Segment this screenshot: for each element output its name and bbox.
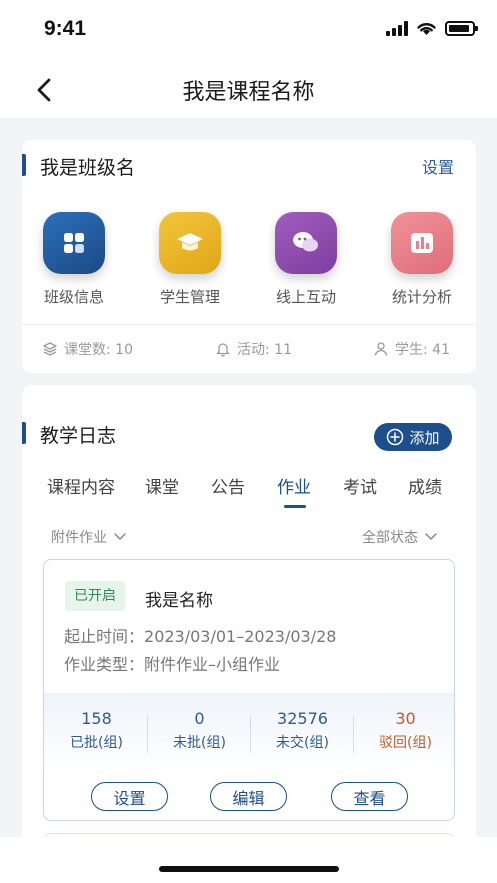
status-icons	[386, 20, 478, 36]
chat-icon	[275, 212, 337, 274]
type-value: 附件作业–小组作业	[144, 655, 281, 674]
homework-edit-button[interactable]: 编辑	[210, 782, 287, 811]
stat-label: 已批(组)	[70, 735, 123, 751]
homework-card[interactable]: 已开启 我是名称 起止时间：2023/03/01–2023/03/28 作业类型…	[43, 559, 455, 821]
stat-label: 驳回(组)	[379, 735, 432, 751]
tab-announcement[interactable]: 公告	[211, 473, 245, 498]
tab-grades[interactable]: 成绩	[408, 473, 442, 498]
homework-settings-button[interactable]: 设置	[91, 782, 168, 811]
stat-rejected[interactable]: 30 驳回(组)	[354, 709, 454, 752]
tab-course-content[interactable]: 课程内容	[47, 473, 115, 498]
bottom-safe-area	[0, 837, 497, 883]
teaching-log-card: 教学日志 添加 课程内容 课堂 公告 作业 考试 成绩 附件作业 全部状态 已开…	[22, 385, 476, 855]
add-button-label: 添加	[409, 428, 440, 447]
stat-ungraded[interactable]: 0 未批(组)	[148, 709, 251, 752]
section-marker	[22, 154, 26, 176]
stat-number: 32576	[277, 709, 328, 728]
type-label: 作业类型：	[64, 655, 145, 674]
wifi-icon	[417, 23, 436, 35]
class-settings-link[interactable]: 设置	[422, 154, 454, 178]
battery-icon	[445, 20, 478, 36]
layers-icon	[43, 342, 57, 356]
page-title: 我是课程名称	[182, 80, 315, 105]
activity-count-stat: 活动: 11	[215, 339, 292, 359]
graduation-cap-icon	[159, 212, 221, 274]
homework-stats: 158 已批(组) 0 未批(组) 32576 未交(组) 30 驳回(组)	[44, 693, 454, 773]
student-count-text: 学生: 41	[395, 342, 450, 358]
divider	[22, 324, 476, 325]
period-label: 起止时间：	[64, 627, 145, 646]
activity-count-text: 活动: 11	[237, 342, 292, 358]
class-card: 我是班级名 设置 班级信息 学生管理 线上互动 统计分析 课堂数: 10 活动:…	[22, 140, 476, 373]
student-count-stat: 学生: 41	[373, 339, 450, 359]
status-bar: 9:41	[0, 0, 497, 60]
plus-circle-icon	[387, 428, 404, 446]
person-icon	[374, 342, 388, 356]
feature-online-interaction[interactable]: 线上互动	[256, 212, 356, 307]
homework-name: 我是名称	[145, 591, 213, 611]
section-title: 教学日志	[40, 425, 117, 447]
tab-bar: 课程内容 课堂 公告 作业 考试 成绩	[22, 473, 476, 508]
status-badge: 已开启	[65, 581, 125, 611]
stat-number: 158	[81, 709, 112, 728]
feature-label: 统计分析	[391, 288, 452, 306]
status-time: 9:41	[44, 17, 87, 40]
filter-label: 附件作业	[51, 530, 107, 546]
nav-bar: 我是课程名称	[0, 60, 497, 118]
filter-label: 全部状态	[362, 530, 418, 546]
chevron-down-icon	[114, 533, 126, 540]
stat-number: 0	[194, 709, 205, 728]
feature-student-management[interactable]: 学生管理	[140, 212, 240, 307]
chevron-down-icon	[425, 533, 437, 540]
stat-unsubmitted[interactable]: 32576 未交(组)	[251, 709, 354, 752]
class-name: 我是班级名	[40, 157, 136, 179]
stat-graded[interactable]: 158 已批(组)	[45, 709, 148, 752]
stat-label: 未交(组)	[276, 735, 329, 751]
status-filter[interactable]: 全部状态	[362, 527, 438, 547]
homework-type: 作业类型：附件作业–小组作业	[64, 651, 280, 675]
homework-period: 起止时间：2023/03/01–2023/03/28	[64, 623, 336, 647]
period-value: 2023/03/01–2023/03/28	[144, 627, 337, 646]
bar-chart-icon	[391, 212, 453, 274]
stat-number: 30	[395, 709, 416, 728]
class-count-stat: 课堂数: 10	[42, 339, 133, 359]
stat-label: 未批(组)	[173, 735, 226, 751]
add-button[interactable]: 添加	[374, 423, 452, 451]
tab-classroom[interactable]: 课堂	[145, 473, 179, 498]
tab-exam[interactable]: 考试	[343, 473, 377, 498]
active-tab-indicator	[284, 505, 306, 508]
feature-label: 线上互动	[275, 288, 336, 306]
class-count-text: 课堂数: 10	[64, 342, 133, 358]
cellular-signal-icon	[386, 20, 408, 36]
homework-view-button[interactable]: 查看	[331, 782, 408, 811]
section-marker	[22, 422, 26, 444]
feature-class-info[interactable]: 班级信息	[24, 212, 124, 307]
feature-statistics[interactable]: 统计分析	[372, 212, 472, 307]
feature-label: 学生管理	[159, 288, 220, 306]
grid-icon	[43, 212, 105, 274]
homework-type-filter[interactable]: 附件作业	[51, 527, 127, 547]
home-indicator[interactable]	[159, 866, 339, 872]
tab-homework[interactable]: 作业	[277, 473, 311, 498]
feature-label: 班级信息	[43, 288, 104, 306]
bell-icon	[216, 343, 230, 357]
